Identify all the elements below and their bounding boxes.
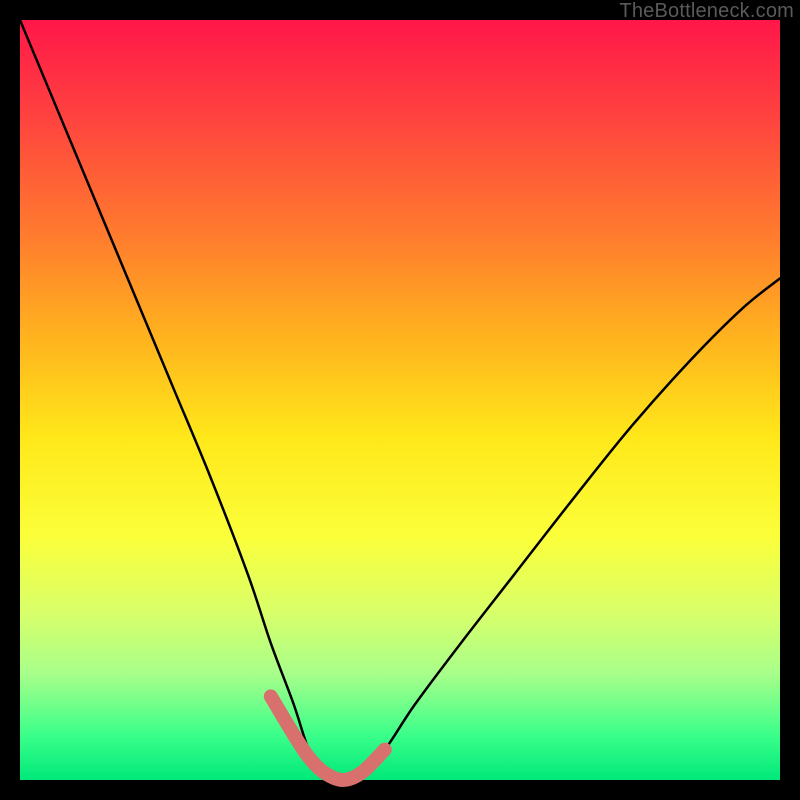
trough-highlight-path — [271, 696, 385, 780]
plot-area — [20, 20, 780, 780]
curve-path — [20, 20, 780, 780]
bottleneck-curve-svg — [20, 20, 780, 780]
chart-frame: TheBottleneck.com — [0, 0, 800, 800]
